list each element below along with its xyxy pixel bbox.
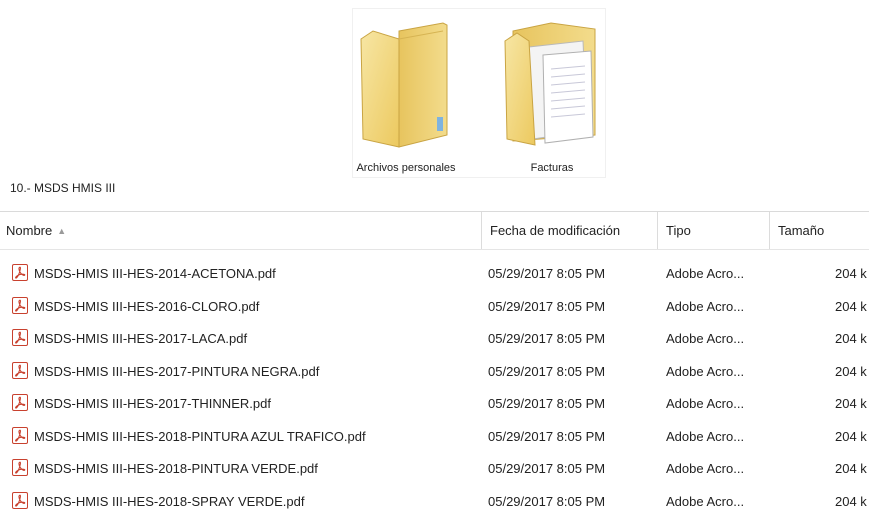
column-header-date[interactable]: Fecha de modificación [482,212,658,249]
file-name: MSDS-HMIS III-HES-2014-ACETONA.pdf [34,266,276,281]
column-header-name[interactable]: Nombre ▲ [0,212,482,249]
pdf-icon [12,459,28,476]
column-header-size[interactable]: Tamaño [770,212,869,249]
file-name: MSDS-HMIS III-HES-2016-CLORO.pdf [34,298,260,314]
pdf-icon [12,426,28,444]
pdf-icon [12,361,28,379]
column-header-date-label: Fecha de modificación [490,223,621,238]
file-size: 204 k [835,396,867,411]
file-size: 204 k [835,298,867,314]
file-date: 05/29/2017 8:05 PM [488,428,606,444]
column-header-type-label: Tipo [666,223,691,238]
file-row[interactable]: MSDS-HMIS III-HES-2014-ACETONA.pdf 05/29/… [0,258,869,291]
file-list: MSDS-HMIS III-HES-2014-ACETONA.pdf 05/29/… [0,258,869,518]
column-header-name-label: Nombre [6,223,53,238]
file-date: 05/29/2017 8:05 PM [488,266,606,281]
folder-facturas[interactable]: Facturas [499,17,605,175]
column-header-size-label: Tamaño [778,223,825,238]
sort-ascending-icon: ▲ [57,226,67,236]
file-type: Adobe Acro... [666,396,745,411]
file-size: 204 k [835,493,867,509]
file-type: Adobe Acro... [666,493,745,509]
file-name: MSDS-HMIS III-HES-2018-PINTURA AZUL TRAF… [34,428,366,444]
column-header: Nombre ▲ Fecha de modificación Tipo Tamañ… [0,211,869,250]
file-date: 05/29/2017 8:05 PM [488,363,606,379]
folder-icon [360,22,448,148]
pdf-icon [12,264,28,281]
file-type: Adobe Acro... [666,266,745,281]
folder-with-documents-icon [504,22,596,146]
file-size: 204 k [835,266,867,281]
file-name: MSDS-HMIS III-HES-2018-SPRAY VERDE.pdf [34,493,305,509]
file-row[interactable]: MSDS-HMIS III-HES-2018-SPRAY VERDE.pdf 05… [0,486,869,519]
pdf-icon [12,491,28,509]
file-name: MSDS-HMIS III-HES-2017-LACA.pdf [34,331,248,346]
file-size: 204 k [835,428,867,444]
pdf-icon [12,329,28,346]
file-name: MSDS-HMIS III-HES-2017-PINTURA NEGRA.pdf [34,363,320,379]
file-row[interactable]: MSDS-HMIS III-HES-2017-THINNER.pdf 05/29/… [0,388,869,421]
file-type: Adobe Acro... [666,428,745,444]
folder-label: Archivos personales [356,162,456,174]
file-date: 05/29/2017 8:05 PM [488,493,606,509]
file-date: 05/29/2017 8:05 PM [488,298,606,314]
file-type: Adobe Acro... [666,298,745,314]
file-size: 204 k [835,331,867,346]
file-row[interactable]: MSDS-HMIS III-HES-2017-LACA.pdf 05/29/201… [0,323,869,356]
folder-label: Facturas [530,162,574,174]
file-date: 05/29/2017 8:05 PM [488,461,606,476]
file-date: 05/29/2017 8:05 PM [488,331,606,346]
file-row[interactable]: MSDS-HMIS III-HES-2018-PINTURA AZUL TRAF… [0,421,869,454]
file-date: 05/29/2017 8:05 PM [488,396,606,411]
file-type: Adobe Acro... [666,363,745,379]
folder-path-title: 10.- MSDS HMIS III [10,181,116,195]
file-type: Adobe Acro... [666,331,745,346]
file-size: 204 k [835,461,867,476]
file-row[interactable]: MSDS-HMIS III-HES-2017-PINTURA NEGRA.pdf… [0,356,869,389]
file-name: MSDS-HMIS III-HES-2018-PINTURA VERDE.pdf [34,461,318,476]
pdf-icon [12,394,28,411]
pdf-icon [12,296,28,314]
file-row[interactable]: MSDS-HMIS III-HES-2018-PINTURA VERDE.pdf… [0,453,869,486]
column-header-type[interactable]: Tipo [658,212,770,249]
file-row[interactable]: MSDS-HMIS III-HES-2016-CLORO.pdf 05/29/20… [0,291,869,324]
file-name: MSDS-HMIS III-HES-2017-THINNER.pdf [34,396,271,411]
file-size: 204 k [835,363,867,379]
folder-archivos-personales[interactable]: Archivos personales [353,17,459,175]
folders-panel: Archivos personales Facturas [352,8,606,178]
file-type: Adobe Acro... [666,461,745,476]
